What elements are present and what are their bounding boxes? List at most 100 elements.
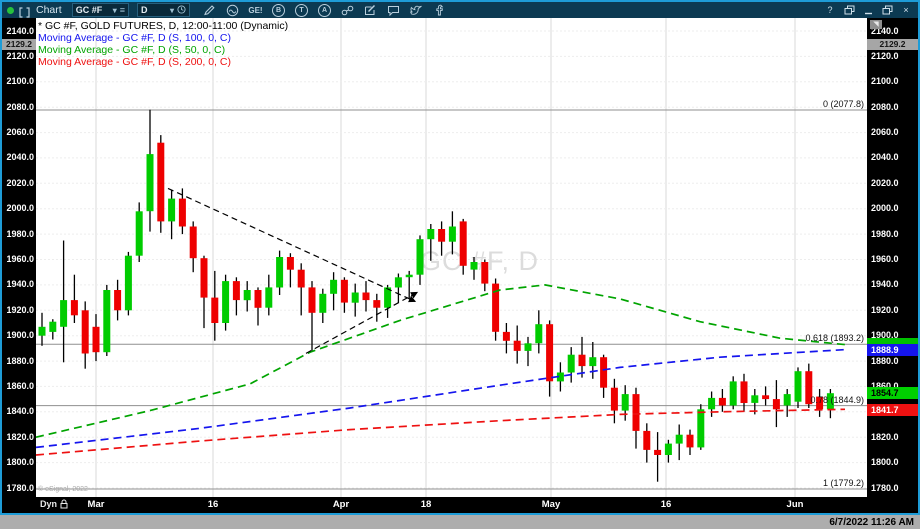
interval-chevron-down-icon[interactable]: ▾ [170,6,174,15]
candlestick-chart[interactable]: GC #F, D [36,18,867,497]
chat-bubble-icon[interactable] [386,4,401,17]
y-axis-tick: 2080.0 [6,102,34,113]
toolbar: Chart GC #F ▾ ≡ D ▾ GE! B T A [2,2,918,18]
interval-value: D [141,5,167,15]
facebook-share-icon[interactable] [432,4,447,17]
symbol-value: GC #F [76,5,110,15]
axis-expand-icon[interactable]: ◥ [870,20,882,29]
candles[interactable] [39,110,834,482]
candle-body [568,355,575,373]
left-price-axis[interactable]: 2140.02120.02100.02080.02060.02040.02020… [2,18,36,513]
y-axis-tick: 1780.0 [6,483,34,494]
chart-window: Chart GC #F ▾ ≡ D ▾ GE! B T A [0,0,920,529]
minimize-button[interactable] [862,4,874,16]
candle-body [157,143,164,222]
y-axis-tick: 1920.0 [871,305,899,316]
candle-body [600,357,607,388]
y-axis-tick: 2020.0 [6,178,34,189]
candle-body [611,388,618,411]
candle-body [481,262,488,284]
y-axis-tick: 1840.0 [6,406,34,417]
candle-body [773,399,780,409]
candle-body [244,290,251,300]
candle-body [71,300,78,315]
candle-body [114,290,121,310]
candle-body [535,324,542,343]
candle-body [687,435,694,448]
x-axis-tick: May [542,499,560,510]
y-axis-tick: 1960.0 [871,254,899,265]
time-axis[interactable]: Dyn Mar16Apr18May16Jun [2,497,918,513]
status-datetime: 6/7/2022 11:26 AM [829,517,920,528]
y-axis-tick: 1880.0 [871,356,899,367]
candle-body [579,355,586,366]
restore-down-button[interactable] [881,4,893,16]
candle-body [633,394,640,431]
circled-a-icon[interactable]: A [317,4,332,17]
get-quote-icon[interactable]: GE! [248,4,263,17]
y-axis-tick: 1820.0 [6,432,34,443]
candle-body [471,262,478,270]
candle-body [395,277,402,287]
y-axis-tick: 1920.0 [6,305,34,316]
candle-body [373,300,380,308]
candle-body [427,229,434,239]
candle-body [330,280,337,294]
interval-input[interactable]: D ▾ [137,3,190,17]
y-axis-tick: 1900.0 [6,330,34,341]
symbol-input[interactable]: GC #F ▾ ≡ [72,3,129,17]
y-axis-tick: 1860.0 [6,381,34,392]
candle-body [417,239,424,275]
x-axis-tick: Mar [88,499,105,510]
candle-body [103,290,110,352]
link-icon[interactable] [340,4,355,17]
clock-icon [177,5,186,16]
y-axis-tick: 2100.0 [871,76,899,87]
candle-body [665,444,672,455]
restore-button[interactable] [843,4,855,16]
y-axis-tick: 2000.0 [6,203,34,214]
candle-body [233,281,240,300]
y-axis-tick: 1960.0 [6,254,34,265]
candle-body [762,395,769,399]
candle-body [741,381,748,403]
symbol-list-icon[interactable]: ≡ [120,5,125,15]
candle-body [503,332,510,341]
candle-body [525,343,532,351]
x-axis-tick: Apr [333,499,349,510]
candle-body [298,270,305,288]
esignal-copyright: © eSignal, 2022 [38,486,88,493]
dynamic-mode-button[interactable]: Dyn [40,499,68,509]
ma200-line[interactable] [36,409,845,455]
candle-body [719,398,726,406]
y-axis-tick: 2060.0 [871,127,899,138]
right-price-axis[interactable]: ◥ 2140.02120.02100.02080.02060.02040.020… [867,18,918,513]
candle-body [654,450,661,455]
symbol-chevron-down-icon[interactable]: ▾ [113,6,117,15]
close-button[interactable]: × [900,4,912,16]
candle-body [255,290,262,308]
candle-body [319,294,326,313]
circled-b-icon[interactable]: B [271,4,286,17]
chart-plot-area[interactable]: GC #F, D * GC #F, GOLD FUTURES, D, 12:00… [36,18,867,497]
twitter-bird-icon[interactable] [409,4,424,17]
candle-body [211,298,218,323]
circled-t-icon[interactable]: T [294,4,309,17]
x-axis-tick: 16 [661,499,672,510]
curve-tool-icon[interactable] [225,4,240,17]
y-axis-tick: 1880.0 [6,356,34,367]
candle-body [265,287,272,307]
y-axis-tick: 1800.0 [6,457,34,468]
candle-body [460,221,467,265]
draw-pencil-icon[interactable] [202,4,217,17]
candle-body [438,229,445,242]
help-button[interactable]: ? [824,4,836,16]
candle-body [795,371,802,402]
price-marker-2129: 2129.2 [2,39,36,50]
candle-body [341,280,348,303]
watermark-text: GC #F, D [420,246,539,276]
y-axis-tick: 2040.0 [6,152,34,163]
candle-body [49,322,56,332]
compose-icon[interactable] [363,4,378,17]
candle-body [751,395,758,403]
